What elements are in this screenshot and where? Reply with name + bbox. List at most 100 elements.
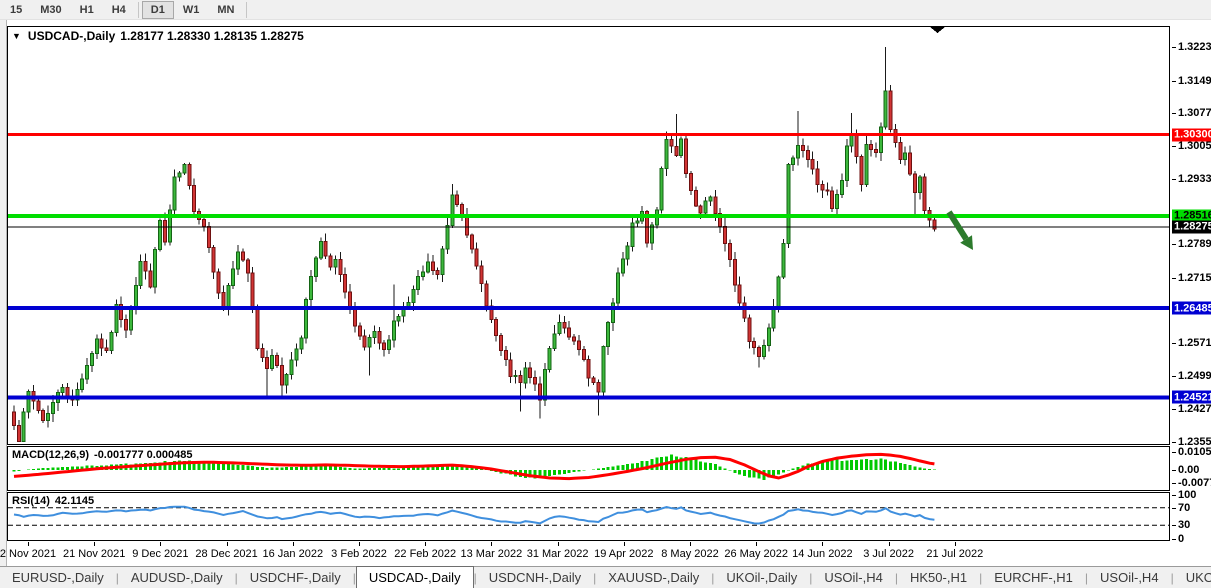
tab-eurchfh1[interactable]: EURCHF-,H1 [982,567,1085,588]
price-chart-panel[interactable]: ▼ USDCAD-,Daily 1.28177 1.28330 1.28135 … [7,26,1170,445]
tab-usdchfdaily[interactable]: USDCHF-,Daily [238,567,353,588]
date-tick [425,542,427,546]
tab-ukoildaily[interactable]: UKOil-,Daily [714,567,809,588]
tab-usdcnhdaily[interactable]: USDCNH-,Daily [477,567,593,588]
rsi-panel[interactable]: RSI(14) 42.1145 [7,492,1170,541]
timeframe-button-d1[interactable]: D1 [141,0,174,19]
toolbar-separator [137,1,139,18]
date-tick [623,542,625,546]
price-tick-mark [1172,343,1176,345]
price-tick-mark [1172,441,1176,443]
tab-ukoilh4[interactable]: UKOil-,H4 [1174,567,1211,588]
rsi-legend: RSI(14) 42.1145 [12,495,94,507]
price-tick-label: 1.27150 [1178,271,1211,284]
macd-tick-label: -0.00774 [1178,477,1211,490]
macd-tick-mark [1172,452,1176,454]
rsi-tick-label: 100 [1178,488,1197,501]
price-tick-label: 1.24990 [1178,370,1211,383]
date-label: 31 Mar 2022 [526,548,589,560]
chart-dropdown-icon[interactable]: ▼ [12,31,21,41]
date-label: 2 Nov 2021 [0,548,57,560]
rsi-tick-mark [1172,507,1176,509]
tab-usoilh4[interactable]: USOil-,H4 [1088,567,1171,588]
rsi-canvas[interactable] [8,493,1169,540]
tab-usoilh4[interactable]: USOil-,H4 [812,567,895,588]
date-label: 21 Nov 2021 [62,548,126,560]
tab-audusddaily[interactable]: AUDUSD-,Daily [119,567,235,588]
rsi-tick-mark [1172,494,1176,496]
date-tick [292,542,294,546]
tab-eurusddaily[interactable]: EURUSD-,Daily [0,567,116,588]
symbol-tabbar: EURUSD-,Daily | AUDUSD-,Daily | USDCHF-,Dail… [0,566,1211,588]
tab-xauusddaily[interactable]: XAUUSD-,Daily [596,567,711,588]
date-label: 26 May 2022 [724,548,788,560]
date-tick [94,542,96,546]
date-tick [888,542,890,546]
price-tick-label: 1.30050 [1178,140,1211,153]
date-label: 3 Jul 2022 [863,548,914,560]
date-axis[interactable]: 2 Nov 2021 21 Nov 2021 9 Dec 2021 28 Dec 20… [0,542,1170,565]
date-label: 13 Mar 2022 [460,548,523,560]
macd-tick-label: 0.00 [1178,464,1200,476]
rsi-tick-label: 70 [1178,501,1191,514]
price-tick-label: 1.30770 [1178,107,1211,120]
tab-usdcaddaily[interactable]: USDCAD-,Daily [355,566,474,588]
timeframe-button-m30[interactable]: M30 [31,1,70,19]
price-tick-mark [1172,113,1176,115]
price-tick-label: 1.29330 [1178,172,1211,185]
price-level-tag: 1.30300 [1172,128,1211,142]
price-tick-label: 1.27890 [1178,238,1211,251]
date-tick [822,542,824,546]
timeframe-button-w1[interactable]: W1 [174,1,209,19]
price-level-tag: 1.26485 [1172,301,1211,315]
left-gutter [0,20,7,566]
date-label: 28 Dec 2021 [195,548,258,560]
price-tick-label: 1.24270 [1178,402,1211,415]
macd-legend: MACD(12,26,9) -0.001777 0.000485 [12,449,193,461]
date-tick [226,542,228,546]
date-label: 3 Feb 2022 [331,548,387,560]
date-tick [557,542,559,546]
rsi-tick-label: 30 [1178,519,1191,532]
rsi-tick-mark [1172,525,1176,527]
rsi-name-label: RSI(14) [12,495,50,507]
mt4-window: { "toolbar": { "items": ["15", "M30", "H… [0,0,1211,588]
timeframe-button-15[interactable]: 15 [1,1,31,19]
date-label: 19 Apr 2022 [594,548,654,560]
timeframe-button-h4[interactable]: H4 [103,1,135,19]
macd-panel[interactable]: MACD(12,26,9) -0.001777 0.000485 [7,446,1170,491]
price-tick-mark [1172,277,1176,279]
price-axis[interactable]: 1.32230 1.31490 1.30770 1.30050 1.29330 1.278… [1172,26,1211,545]
date-tick [756,542,758,546]
rsi-tick-label: 0 [1178,532,1185,545]
macd-tick-mark [1172,470,1176,471]
price-tick-label: 1.31490 [1178,74,1211,87]
date-tick [359,542,360,546]
date-label: 21 Jul 2022 [926,548,984,560]
top-marker-icon [930,27,945,33]
date-label: 16 Jan 2022 [262,548,324,560]
rsi-value-label: 42.1145 [54,495,95,507]
date-tick [491,542,493,546]
price-level-tag: 1.24521 [1172,390,1211,404]
price-tick-mark [1172,146,1176,148]
timeframe-toolbar: 15 M30 H1 H4 D1 W1 MN [0,0,1211,20]
date-label: 8 May 2022 [661,548,719,560]
macd-tick-mark [1172,483,1176,485]
price-tick-label: 1.25710 [1178,337,1211,350]
rsi-tick-mark [1172,538,1176,540]
price-tick-mark [1172,178,1176,180]
timeframe-button-h1[interactable]: H1 [71,1,103,19]
price-tick-label: 1.32230 [1178,41,1211,53]
date-tick [954,542,956,546]
price-tick-mark [1172,80,1176,82]
price-tick-mark [1172,47,1176,48]
price-chart-canvas[interactable] [8,27,1169,444]
tab-hk50h1[interactable]: HK50-,H1 [898,567,979,588]
price-tick-mark [1172,376,1176,378]
price-tick-mark [1172,244,1176,246]
chart-symbol-label: USDCAD-,Daily [27,29,116,43]
timeframe-button-mn[interactable]: MN [208,1,243,19]
price-tick-mark [1172,408,1176,410]
chart-quote-values: 1.28177 1.28330 1.28135 1.28275 [120,29,304,43]
